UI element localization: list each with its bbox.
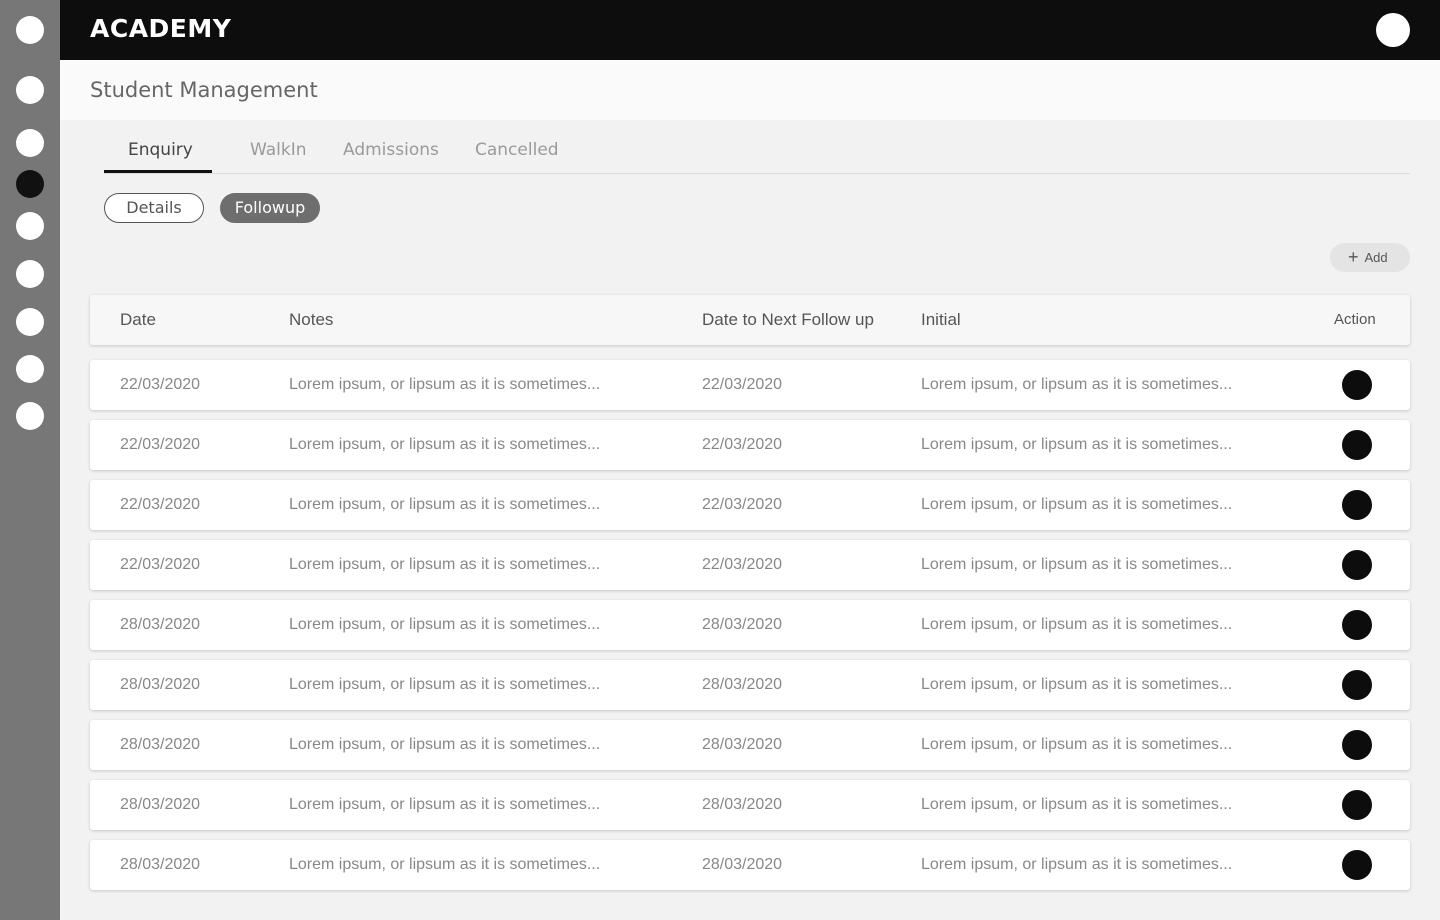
row-action-icon[interactable] bbox=[1342, 670, 1372, 700]
cell-date: 28/03/2020 bbox=[120, 676, 201, 693]
cell-notes: Lorem ipsum, or lipsum as it is sometime… bbox=[289, 616, 601, 633]
column-header-initial: Initial bbox=[921, 310, 961, 329]
cell-notes: Lorem ipsum, or lipsum as it is sometime… bbox=[289, 436, 601, 453]
table-row[interactable]: 22/03/2020 Lorem ipsum, or lipsum as it i… bbox=[90, 360, 1410, 410]
sidebar-item-7-icon[interactable] bbox=[16, 308, 44, 336]
tab-walkin[interactable]: WalkIn bbox=[250, 140, 307, 160]
cell-initial: Lorem ipsum, or lipsum as it is sometime… bbox=[921, 436, 1233, 453]
row-action-icon[interactable] bbox=[1342, 430, 1372, 460]
cell-date: 28/03/2020 bbox=[120, 796, 201, 813]
cell-notes: Lorem ipsum, or lipsum as it is sometime… bbox=[289, 376, 601, 393]
tab-cancelled[interactable]: Cancelled bbox=[475, 140, 559, 160]
sidebar-item-8-icon[interactable] bbox=[16, 355, 44, 383]
table-row[interactable]: 22/03/2020 Lorem ipsum, or lipsum as it i… bbox=[90, 540, 1410, 590]
row-action-icon[interactable] bbox=[1342, 490, 1372, 520]
cell-initial: Lorem ipsum, or lipsum as it is sometime… bbox=[921, 616, 1233, 633]
cell-next-followup: 22/03/2020 bbox=[702, 436, 783, 453]
brand-logo[interactable]: ACADEMY bbox=[90, 14, 231, 43]
cell-next-followup: 28/03/2020 bbox=[702, 796, 783, 813]
cell-notes: Lorem ipsum, or lipsum as it is sometime… bbox=[289, 556, 601, 573]
cell-next-followup: 28/03/2020 bbox=[702, 676, 783, 693]
sidebar-item-4-icon[interactable] bbox=[16, 170, 44, 198]
cell-initial: Lorem ipsum, or lipsum as it is sometime… bbox=[921, 796, 1233, 813]
cell-date: 22/03/2020 bbox=[120, 376, 201, 393]
tab-bar: Enquiry WalkIn Admissions Cancelled bbox=[104, 130, 1410, 174]
cell-initial: Lorem ipsum, or lipsum as it is sometime… bbox=[921, 496, 1233, 513]
add-button[interactable]: + Add bbox=[1330, 243, 1410, 272]
cell-notes: Lorem ipsum, or lipsum as it is sometime… bbox=[289, 496, 601, 513]
row-action-icon[interactable] bbox=[1342, 790, 1372, 820]
details-button[interactable]: Details bbox=[104, 193, 204, 223]
sidebar bbox=[0, 0, 60, 920]
cell-initial: Lorem ipsum, or lipsum as it is sometime… bbox=[921, 376, 1233, 393]
column-header-next-followup: Date to Next Follow up bbox=[702, 310, 874, 329]
table-row[interactable]: 28/03/2020 Lorem ipsum, or lipsum as it i… bbox=[90, 780, 1410, 830]
row-action-icon[interactable] bbox=[1342, 370, 1372, 400]
table-row[interactable]: 22/03/2020 Lorem ipsum, or lipsum as it i… bbox=[90, 420, 1410, 470]
cell-next-followup: 28/03/2020 bbox=[702, 616, 783, 633]
row-action-icon[interactable] bbox=[1342, 850, 1372, 880]
avatar-icon[interactable] bbox=[1376, 13, 1410, 47]
tab-enquiry[interactable]: Enquiry bbox=[128, 140, 193, 160]
cell-next-followup: 22/03/2020 bbox=[702, 496, 783, 513]
plus-icon: + bbox=[1348, 247, 1359, 267]
column-header-date: Date bbox=[120, 310, 156, 329]
cell-next-followup: 22/03/2020 bbox=[702, 556, 783, 573]
cell-notes: Lorem ipsum, or lipsum as it is sometime… bbox=[289, 796, 601, 813]
sidebar-item-3-icon[interactable] bbox=[16, 129, 44, 157]
cell-notes: Lorem ipsum, or lipsum as it is sometime… bbox=[289, 676, 601, 693]
row-action-icon[interactable] bbox=[1342, 610, 1372, 640]
followup-button[interactable]: Followup bbox=[220, 193, 320, 223]
cell-date: 28/03/2020 bbox=[120, 856, 201, 873]
table-row[interactable]: 28/03/2020 Lorem ipsum, or lipsum as it i… bbox=[90, 600, 1410, 650]
cell-initial: Lorem ipsum, or lipsum as it is sometime… bbox=[921, 556, 1233, 573]
column-header-notes: Notes bbox=[289, 310, 334, 329]
row-action-icon[interactable] bbox=[1342, 550, 1372, 580]
cell-date: 22/03/2020 bbox=[120, 556, 201, 573]
sidebar-item-1-icon[interactable] bbox=[16, 16, 44, 44]
cell-date: 28/03/2020 bbox=[120, 616, 201, 633]
active-tab-indicator bbox=[104, 170, 212, 173]
tab-admissions[interactable]: Admissions bbox=[343, 140, 439, 160]
column-header-action: Action bbox=[1334, 311, 1376, 328]
sidebar-item-2-icon[interactable] bbox=[16, 76, 44, 104]
table-header: Date Notes Date to Next Follow up Initia… bbox=[90, 295, 1410, 345]
sidebar-item-9-icon[interactable] bbox=[16, 402, 44, 430]
row-action-icon[interactable] bbox=[1342, 730, 1372, 760]
table-row[interactable]: 22/03/2020 Lorem ipsum, or lipsum as it i… bbox=[90, 480, 1410, 530]
page-title: Student Management bbox=[90, 78, 318, 102]
cell-date: 22/03/2020 bbox=[120, 436, 201, 453]
page-header: Student Management bbox=[60, 60, 1440, 120]
cell-notes: Lorem ipsum, or lipsum as it is sometime… bbox=[289, 736, 601, 753]
cell-initial: Lorem ipsum, or lipsum as it is sometime… bbox=[921, 676, 1233, 693]
cell-date: 28/03/2020 bbox=[120, 736, 201, 753]
cell-next-followup: 28/03/2020 bbox=[702, 736, 783, 753]
top-bar: ACADEMY bbox=[60, 0, 1440, 60]
cell-next-followup: 28/03/2020 bbox=[702, 856, 783, 873]
add-button-label: Add bbox=[1364, 250, 1388, 265]
table-row[interactable]: 28/03/2020 Lorem ipsum, or lipsum as it i… bbox=[90, 660, 1410, 710]
table-row[interactable]: 28/03/2020 Lorem ipsum, or lipsum as it i… bbox=[90, 840, 1410, 890]
cell-initial: Lorem ipsum, or lipsum as it is sometime… bbox=[921, 736, 1233, 753]
cell-date: 22/03/2020 bbox=[120, 496, 201, 513]
sidebar-item-6-icon[interactable] bbox=[16, 260, 44, 288]
cell-initial: Lorem ipsum, or lipsum as it is sometime… bbox=[921, 856, 1233, 873]
sidebar-item-5-icon[interactable] bbox=[16, 212, 44, 240]
cell-notes: Lorem ipsum, or lipsum as it is sometime… bbox=[289, 856, 601, 873]
table-row[interactable]: 28/03/2020 Lorem ipsum, or lipsum as it i… bbox=[90, 720, 1410, 770]
cell-next-followup: 22/03/2020 bbox=[702, 376, 783, 393]
